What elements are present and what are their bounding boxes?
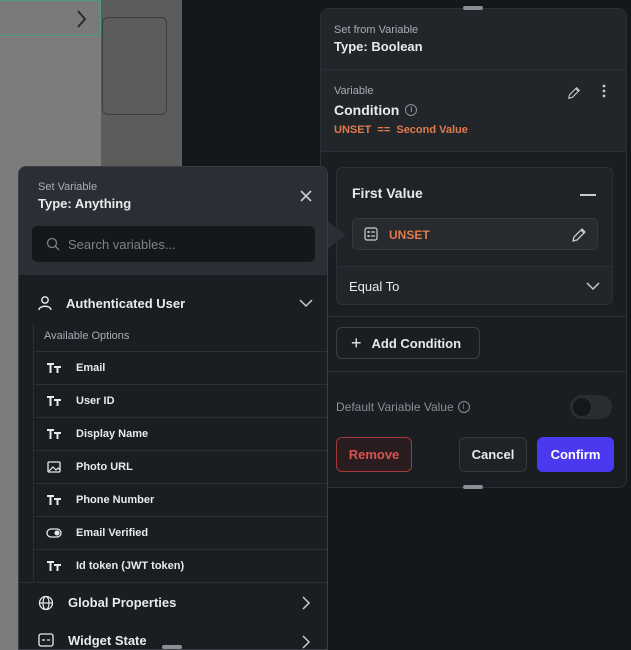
list-item[interactable]: Email — [34, 351, 327, 384]
first-value-selector[interactable]: UNSET — [352, 218, 598, 250]
collapse-minus-icon[interactable] — [580, 194, 596, 196]
available-options-label: Available Options — [44, 330, 130, 342]
operator-value: Equal To — [349, 279, 400, 294]
more-vertical-icon[interactable] — [602, 84, 606, 98]
add-condition-label: Add Condition — [371, 335, 462, 351]
available-options-list: Available Options Email User ID Display … — [33, 323, 327, 582]
edit-pencil-icon[interactable] — [571, 227, 587, 243]
set-variable-panel: Set Variable Type: Anything Authenticate… — [18, 166, 328, 650]
variable-icon — [364, 227, 378, 241]
list-item[interactable]: Phone Number — [34, 483, 327, 516]
default-value-toggle[interactable] — [570, 395, 612, 419]
option-label: Photo URL — [76, 461, 133, 473]
list-item[interactable]: User ID — [34, 384, 327, 417]
image-icon — [46, 460, 62, 474]
list-item[interactable]: Id token (JWT token) — [34, 549, 327, 582]
panel-header: Set from Variable Type: Boolean — [321, 9, 626, 70]
option-label: Phone Number — [76, 494, 155, 506]
first-value-title: First Value — [352, 185, 423, 201]
panel-header: Set Variable Type: Anything — [19, 167, 327, 275]
confirm-button[interactable]: Confirm — [537, 437, 614, 472]
divider — [321, 316, 626, 317]
search-input[interactable] — [68, 236, 298, 252]
pencil-icon[interactable] — [567, 86, 581, 100]
section-label: Widget State — [68, 632, 147, 648]
canvas-container — [102, 17, 167, 115]
toggle-icon — [46, 526, 62, 540]
widget-state-icon — [38, 633, 54, 647]
text-type-icon — [46, 493, 62, 507]
chevron-right-icon — [77, 10, 87, 28]
drag-handle[interactable] — [463, 485, 483, 489]
default-variable-value: Default Variable Value i — [336, 400, 470, 414]
text-type-icon — [46, 559, 62, 573]
cancel-button[interactable]: Cancel — [459, 437, 527, 472]
drag-handle[interactable] — [162, 645, 182, 649]
header-type: Type: Boolean — [334, 39, 423, 54]
plus-icon: + — [351, 333, 362, 353]
condition-title: Condition i — [334, 102, 613, 118]
section-label: Global Properties — [68, 595, 177, 610]
option-label: Id token (JWT token) — [76, 560, 185, 572]
header-type: Type: Anything — [38, 196, 132, 211]
section-label: Authenticated User — [66, 295, 186, 311]
chevron-right-icon — [302, 596, 311, 610]
add-condition-button[interactable]: + Add Condition — [336, 327, 480, 359]
list-item[interactable]: Email Verified — [34, 516, 327, 549]
option-label: Email — [76, 362, 106, 374]
text-type-icon — [46, 427, 62, 441]
connector-arrow — [326, 220, 346, 250]
info-icon[interactable]: i — [457, 401, 470, 413]
info-icon[interactable]: i — [405, 104, 418, 116]
operator-dropdown[interactable]: Equal To — [337, 266, 612, 304]
text-type-icon — [46, 394, 62, 408]
globe-icon — [38, 595, 54, 610]
chevron-down-icon — [586, 282, 600, 291]
option-label: Email Verified — [76, 527, 149, 539]
app-root: Set from Variable Type: Boolean Variable… — [0, 0, 631, 650]
section-authenticated-user[interactable]: Authenticated User — [19, 283, 327, 323]
close-icon[interactable] — [299, 189, 313, 203]
chevron-down-icon — [299, 299, 313, 308]
search-box[interactable] — [31, 225, 316, 263]
condition-expression: UNSET == Second Value — [334, 124, 468, 136]
remove-button[interactable]: Remove — [336, 437, 412, 472]
canvas-selected-widget[interactable] — [0, 0, 101, 36]
toggle-knob — [573, 398, 591, 416]
chevron-right-icon — [302, 635, 311, 649]
variable-block: Variable Condition i UNSET == Second Val… — [321, 70, 626, 152]
text-type-icon — [46, 361, 62, 375]
search-icon — [46, 237, 60, 251]
condition-title-text: Condition — [334, 102, 400, 118]
divider — [321, 371, 626, 372]
header-label: Set from Variable — [334, 24, 419, 36]
section-global-properties[interactable]: Global Properties — [19, 582, 327, 622]
set-from-variable-panel: Set from Variable Type: Boolean Variable… — [320, 6, 627, 489]
default-value-label: Default Variable Value — [336, 400, 454, 414]
user-icon — [38, 296, 52, 311]
option-label: Display Name — [76, 428, 149, 440]
header-label: Set Variable — [38, 181, 98, 193]
unset-value: UNSET — [389, 228, 430, 242]
list-item[interactable]: Display Name — [34, 417, 327, 450]
drag-handle[interactable] — [463, 6, 483, 10]
option-label: User ID — [76, 395, 115, 407]
first-value-card: First Value UNSET Equal To — [336, 167, 613, 305]
list-item[interactable]: Photo URL — [34, 450, 327, 483]
